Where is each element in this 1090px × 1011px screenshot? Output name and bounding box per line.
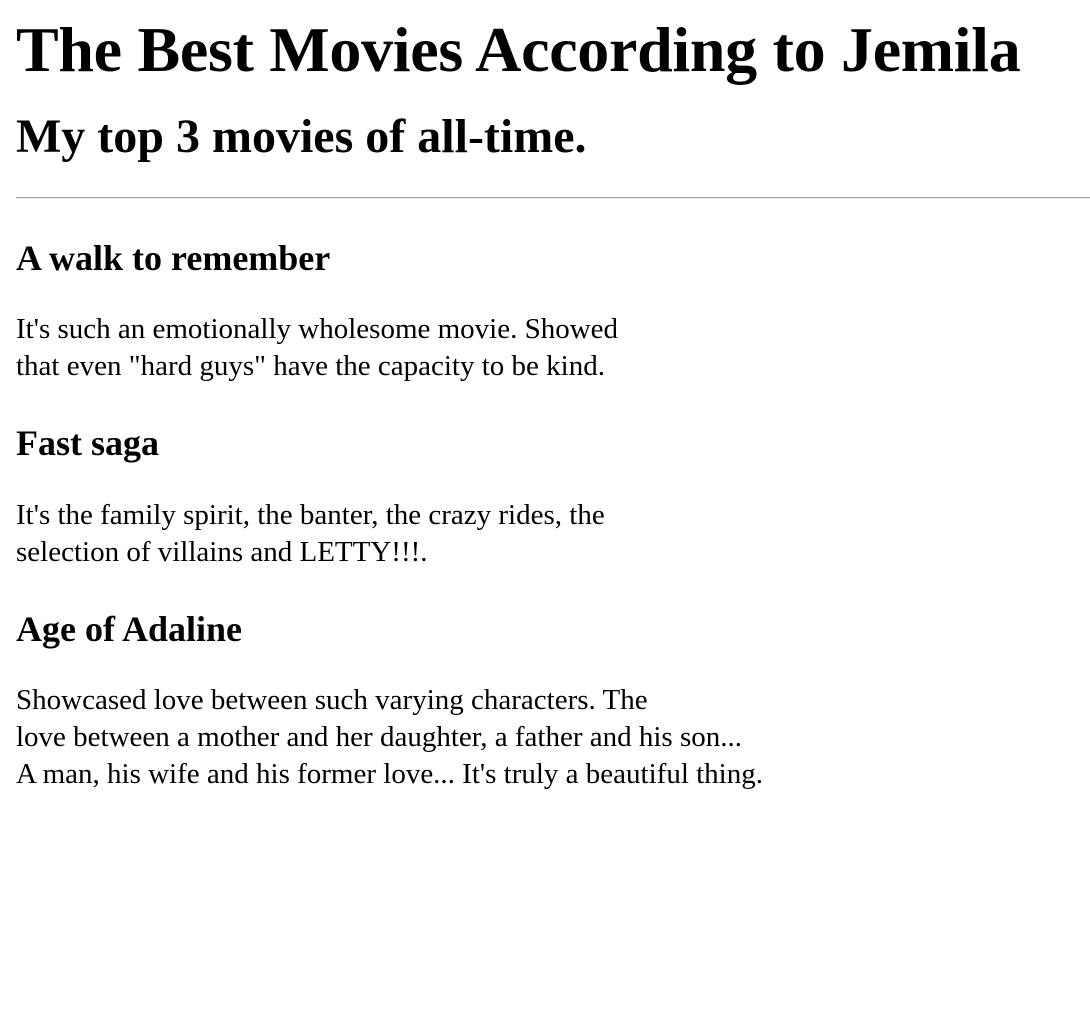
- movie-description: It's such an emotionally wholesome movie…: [16, 311, 1090, 385]
- movie-entry-3: Age of Adaline Showcased love between su…: [16, 609, 1090, 793]
- description-line: Showcased love between such varying char…: [16, 683, 648, 716]
- movie-description: It's the family spirit, the banter, the …: [16, 497, 1090, 571]
- divider: [16, 196, 1090, 199]
- description-line: love between a mother and her daughter, …: [16, 720, 742, 753]
- movie-title: Age of Adaline: [16, 608, 243, 649]
- page-content: The Best Movies According to Jemila My t…: [0, 13, 1090, 793]
- page-subtitle: My top 3 movies of all-time.: [16, 109, 587, 163]
- description-line: It's such an emotionally wholesome movie…: [16, 313, 619, 346]
- description-line: that even "hard guys" have the capacity …: [16, 350, 605, 383]
- description-line: selection of villains and LETTY!!!.: [16, 535, 428, 568]
- movie-entry-2: Fast saga It's the family spirit, the ba…: [16, 423, 1090, 570]
- description-line: A man, his wife and his former love... I…: [16, 757, 763, 790]
- movie-entry-1: A walk to remember It's such an emotiona…: [16, 238, 1090, 385]
- movie-description: Showcased love between such varying char…: [16, 682, 1090, 793]
- page-title: The Best Movies According to Jemila: [16, 14, 1021, 85]
- movie-title: A walk to remember: [16, 237, 331, 278]
- description-line: It's the family spirit, the banter, the …: [16, 498, 605, 531]
- movie-title: Fast saga: [16, 423, 159, 464]
